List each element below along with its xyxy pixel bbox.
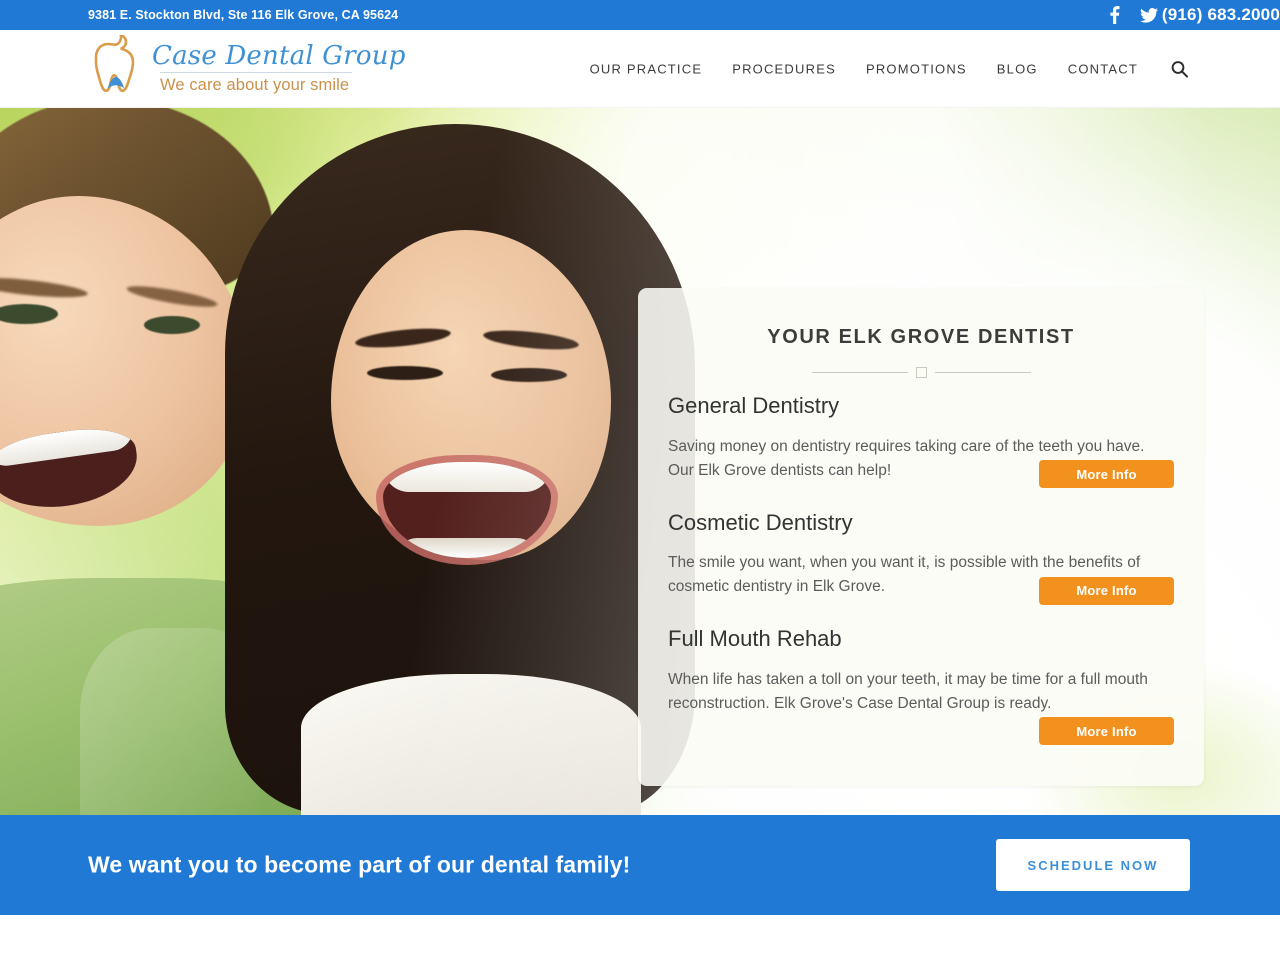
hero-services-card: YOUR ELK GROVE DENTIST General Dentistry… — [638, 288, 1204, 786]
twitter-icon[interactable] — [1140, 7, 1158, 23]
phone-number-link[interactable]: (916) 683.2000 — [1162, 5, 1280, 25]
title-divider — [668, 367, 1174, 378]
more-info-button-cosmetic-dentistry[interactable]: More Info — [1039, 576, 1174, 605]
more-info-button-general-dentistry[interactable]: More Info — [1039, 460, 1174, 488]
logo-divider — [160, 72, 352, 74]
service-description: When life has taken a toll on your teeth… — [668, 670, 1148, 712]
nav-item-blog[interactable]: BLOG — [982, 61, 1053, 76]
site-header: Case Dental Group We care about your smi… — [0, 30, 1280, 108]
main-navigation: OUR PRACTICE PROCEDURES PROMOTIONS BLOG … — [575, 60, 1192, 77]
divider-line-right — [934, 372, 1031, 373]
divider-square — [915, 367, 927, 378]
facebook-icon[interactable] — [1109, 6, 1120, 24]
service-title: General Dentistry — [668, 393, 840, 418]
hero-section: YOUR ELK GROVE DENTIST General Dentistry… — [0, 108, 1280, 815]
site-logo[interactable]: Case Dental Group We care about your smi… — [88, 32, 406, 103]
service-title: Full Mouth Rehab — [668, 626, 842, 652]
topbar-social-links — [1109, 6, 1158, 24]
nav-item-our-practice[interactable]: OUR PRACTICE — [575, 61, 718, 76]
office-address: 9381 E. Stockton Blvd, Ste 116 Elk Grove… — [88, 8, 399, 22]
cta-heading: We want you to become part of our dental… — [88, 851, 631, 878]
logo-title: Case Dental Group — [152, 40, 406, 71]
search-icon[interactable] — [1153, 60, 1192, 77]
service-title: Cosmetic Dentistry — [668, 509, 853, 535]
divider-line-left — [811, 372, 908, 373]
logo-wordmark: Case Dental Group We care about your smi… — [152, 40, 406, 95]
top-utility-bar: 9381 E. Stockton Blvd, Ste 116 Elk Grove… — [0, 0, 1280, 30]
call-to-action-bar: We want you to become part of our dental… — [0, 815, 1280, 915]
service-block-full-mouth-rehab: Full Mouth Rehab When life has taken a t… — [668, 625, 1174, 746]
logo-tagline: We care about your smile — [160, 76, 350, 95]
hero-card-title: YOUR ELK GROVE DENTIST — [767, 326, 1075, 348]
more-info-button-full-mouth-rehab[interactable]: More Info — [1039, 717, 1174, 746]
service-block-cosmetic-dentistry: Cosmetic Dentistry The smile you want, w… — [668, 509, 1174, 605]
footer-strip — [0, 915, 1280, 960]
nav-item-procedures[interactable]: PROCEDURES — [717, 61, 851, 76]
schedule-now-button[interactable]: SCHEDULE NOW — [996, 839, 1190, 891]
tooth-icon — [88, 32, 144, 103]
service-block-general-dentistry: General Dentistry Saving money on dentis… — [668, 392, 1174, 488]
nav-item-promotions[interactable]: PROMOTIONS — [851, 61, 982, 76]
nav-item-contact[interactable]: CONTACT — [1053, 61, 1153, 76]
